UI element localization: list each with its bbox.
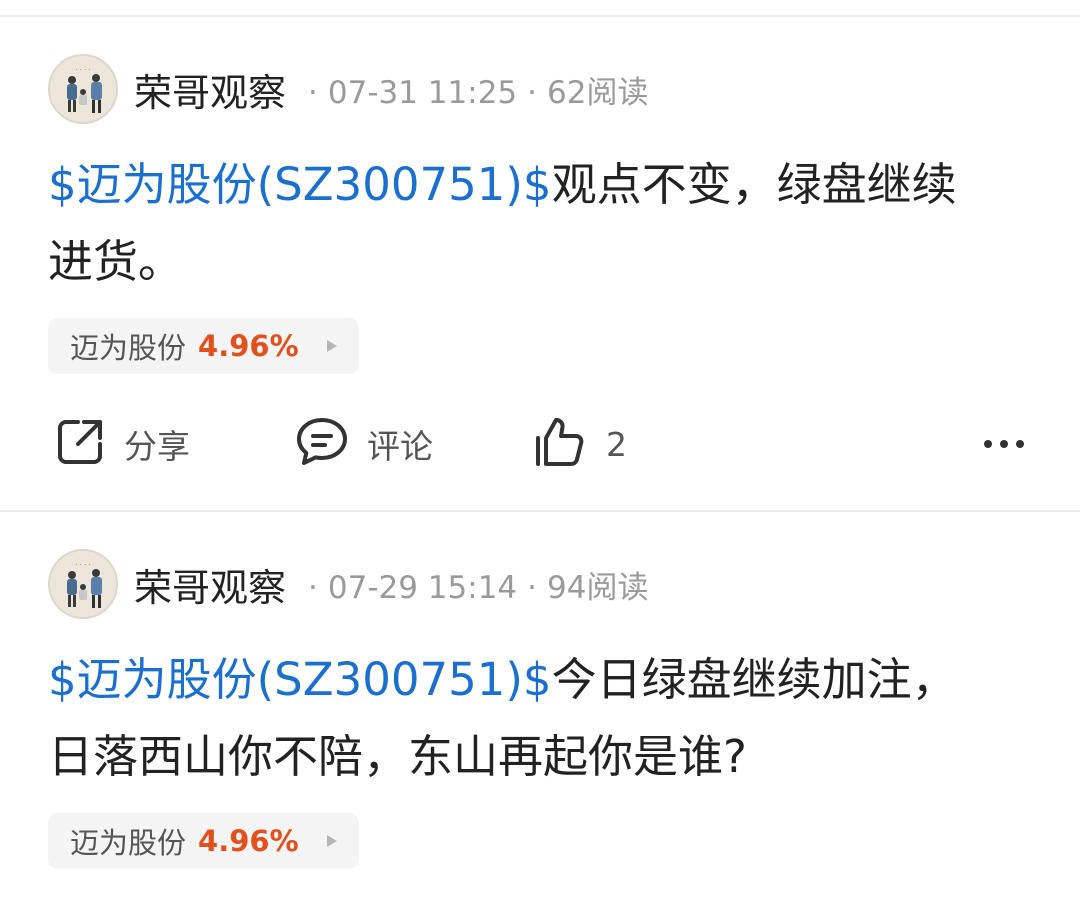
post-content: $迈为股份(SZ300751)$今日绿盘继续加注，日落西山你不陪，东山再起你是谁… — [48, 641, 998, 795]
stock-link[interactable]: $迈为股份(SZ300751)$ — [48, 653, 552, 706]
stock-tag-change: 4.96% — [198, 329, 299, 363]
meta-separator: · — [308, 569, 318, 606]
svg-text:. . . .: . . . . — [75, 559, 91, 567]
meta-separator: · — [527, 74, 538, 111]
post-divider — [0, 510, 1080, 512]
avatar[interactable]: . . . . — [48, 549, 118, 619]
post-meta: · 07-29 15:14 · 94阅读 — [298, 562, 648, 607]
post-card: . . . . 荣哥观察 · 07-29 15:14 · 94阅读 $迈为股份(SZ3… — [0, 549, 1080, 889]
post-date: 07-29 15:14 — [327, 569, 518, 606]
share-label: 分享 — [124, 427, 190, 466]
play-arrow-icon — [326, 340, 337, 352]
play-arrow-icon — [326, 835, 337, 847]
post-content: $迈为股份(SZ300751)$观点不变，绿盘继续进货。 — [48, 146, 998, 300]
like-button[interactable]: 2 — [534, 409, 627, 479]
more-dot-icon — [984, 440, 992, 448]
meta-separator: · — [527, 569, 538, 606]
stock-tag[interactable]: 迈为股份 4.96% — [48, 318, 359, 374]
svg-text:. . . .: . . . . — [75, 64, 91, 72]
post-card: . . . . 荣哥观察 · 07-31 11:25 · 62阅读 $迈为股份(SZ3… — [0, 54, 1080, 494]
share-button[interactable]: 分享 — [54, 409, 190, 479]
author-name[interactable]: 荣哥观察 — [134, 62, 286, 117]
stock-tag-name: 迈为股份 — [70, 826, 187, 860]
more-dot-icon — [1016, 440, 1024, 448]
top-divider — [0, 15, 1080, 17]
comment-icon — [295, 416, 349, 472]
post-header: . . . . 荣哥观察 · 07-29 15:14 · 94阅读 — [48, 549, 648, 619]
action-bar: 分享 评论 2 — [0, 409, 1080, 479]
stock-link[interactable]: $迈为股份(SZ300751)$ — [48, 158, 552, 211]
comment-button[interactable]: 评论 — [295, 409, 433, 479]
post-meta: · 07-31 11:25 · 62阅读 — [298, 67, 648, 112]
share-icon — [54, 416, 106, 472]
comment-label: 评论 — [367, 427, 433, 466]
meta-separator: · — [308, 74, 318, 111]
more-dot-icon — [1000, 440, 1008, 448]
more-options-button[interactable] — [984, 409, 1024, 479]
thumbs-up-icon — [534, 416, 588, 472]
avatar[interactable]: . . . . — [48, 54, 118, 124]
post-date: 07-31 11:25 — [327, 74, 518, 111]
read-count: 94阅读 — [547, 569, 649, 606]
author-name[interactable]: 荣哥观察 — [134, 557, 286, 612]
post-header: . . . . 荣哥观察 · 07-31 11:25 · 62阅读 — [48, 54, 648, 124]
read-count: 62阅读 — [547, 74, 649, 111]
stock-tag-change: 4.96% — [198, 824, 299, 858]
stock-tag-name: 迈为股份 — [70, 331, 187, 365]
stock-tag[interactable]: 迈为股份 4.96% — [48, 813, 359, 869]
like-count: 2 — [606, 424, 627, 464]
